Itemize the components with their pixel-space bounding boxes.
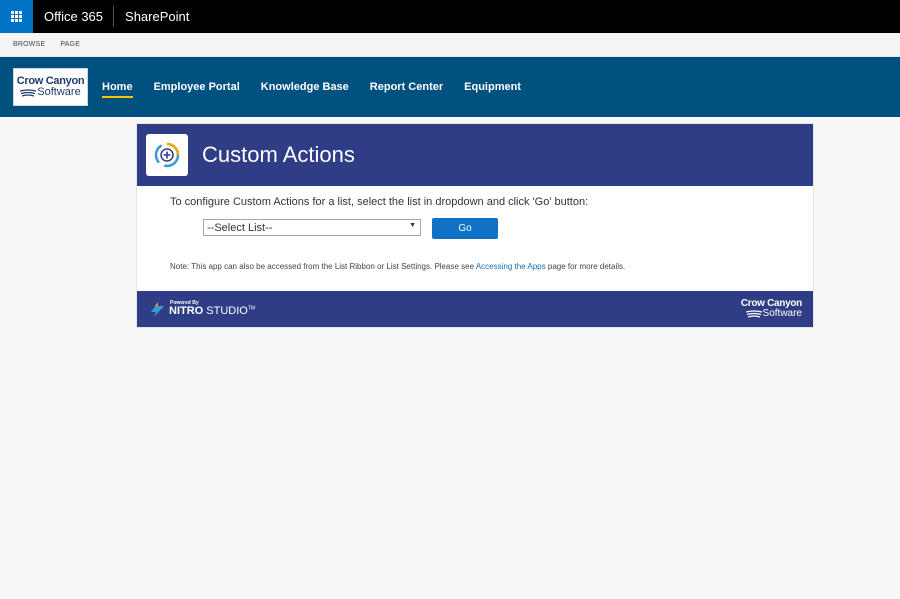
app-launcher-button[interactable] xyxy=(0,0,33,33)
logo-line2: Software xyxy=(37,86,81,98)
note-suffix: page for more details. xyxy=(545,262,626,271)
page-title: Custom Actions xyxy=(202,142,355,167)
nitro-label: NITRO xyxy=(169,305,204,317)
list-select-value: --Select List-- xyxy=(207,221,273,234)
office365-link[interactable]: Office 365 xyxy=(33,0,113,33)
top-nav: Home Employee Portal Knowledge Base Repo… xyxy=(102,57,542,117)
footer-swoosh-icon xyxy=(745,310,762,318)
footer-brand-logo: Crow Canyon Software xyxy=(741,299,802,319)
nav-item-report-center[interactable]: Report Center xyxy=(370,77,443,97)
panel-footer: Powered By NITRO STUDIOTM Crow Canyon So… xyxy=(137,291,813,327)
list-select[interactable]: --Select List-- ▼ xyxy=(203,219,421,236)
custom-actions-icon xyxy=(146,134,188,176)
note-prefix: Note: This app can also be accessed from… xyxy=(170,262,476,271)
dropdown-arrow-icon: ▼ xyxy=(409,222,416,229)
custom-actions-panel: Custom Actions To configure Custom Actio… xyxy=(136,123,814,328)
panel-body: To configure Custom Actions for a list, … xyxy=(137,186,813,292)
nav-item-knowledge-base[interactable]: Knowledge Base xyxy=(261,77,349,97)
go-button[interactable]: Go xyxy=(432,218,498,239)
nav-item-equipment[interactable]: Equipment xyxy=(464,77,521,97)
site-header: Crow Canyon Software Home Employee Porta… xyxy=(0,57,900,117)
accessing-apps-link[interactable]: Accessing the Apps xyxy=(476,262,546,271)
suite-bar: Office 365 SharePoint xyxy=(0,0,900,33)
ribbon-tabs: BROWSE PAGE xyxy=(0,33,900,57)
site-logo[interactable]: Crow Canyon Software xyxy=(13,68,88,106)
instruction-text: To configure Custom Actions for a list, … xyxy=(170,196,589,208)
footer-brand-line2: Software xyxy=(762,308,802,319)
nitro-bolt-icon xyxy=(151,301,164,317)
waffle-icon xyxy=(11,11,22,22)
trademark-label: TM xyxy=(247,305,256,312)
note-text: Note: This app can also be accessed from… xyxy=(170,262,625,271)
nitro-studio-logo: Powered By NITRO STUDIOTM xyxy=(149,301,255,318)
panel-header: Custom Actions xyxy=(137,124,813,186)
swoosh-icon xyxy=(20,88,37,97)
nav-item-employee-portal[interactable]: Employee Portal xyxy=(154,77,240,97)
sharepoint-link[interactable]: SharePoint xyxy=(114,0,189,33)
ribbon-tab-browse[interactable]: BROWSE xyxy=(13,41,45,48)
studio-label: STUDIO xyxy=(203,305,248,317)
nav-item-home[interactable]: Home xyxy=(102,77,133,98)
ribbon-tab-page[interactable]: PAGE xyxy=(60,41,80,48)
